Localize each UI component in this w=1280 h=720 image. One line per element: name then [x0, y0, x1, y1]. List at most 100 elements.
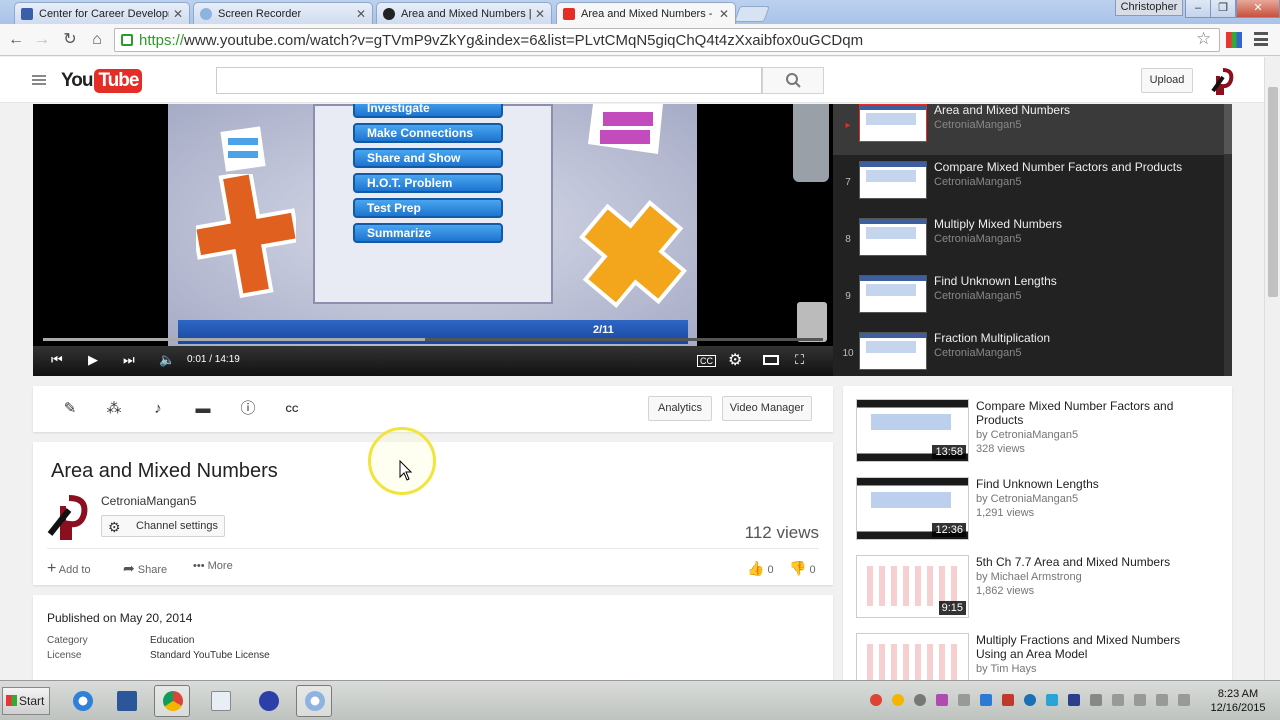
volume-icon[interactable]: 🔈	[159, 352, 175, 368]
related-video-item[interactable]: 13:58 Compare Mixed Number Factors and P…	[856, 399, 1226, 463]
start-button[interactable]: Start	[2, 687, 50, 715]
play-icon[interactable]: ▶	[88, 352, 98, 368]
tray-icon[interactable]	[980, 694, 992, 706]
subtitles-icon[interactable]: CC	[283, 400, 301, 418]
playlist-item[interactable]: 9 Find Unknown Lengths CetroniaMangan5	[833, 269, 1224, 326]
analytics-button[interactable]: Analytics	[648, 396, 712, 421]
tray-icon[interactable]	[1178, 694, 1190, 706]
captions-icon[interactable]: CC	[697, 355, 716, 367]
playlist-item-current[interactable]: ▸ Area and Mixed Numbers CetroniaMangan5	[833, 104, 1224, 155]
tab-career-center[interactable]: Center for Career Developm ✕	[14, 2, 190, 24]
related-title[interactable]: Find Unknown Lengths	[976, 477, 1211, 491]
taskbar-clock[interactable]: 8:23 AM 12/16/2015	[1200, 687, 1276, 715]
pencil-icon[interactable]: ✎	[61, 400, 79, 418]
playlist-scrollbar-thumb[interactable]	[1224, 104, 1232, 154]
taskbar-screen-recorder[interactable]	[296, 685, 332, 717]
like-button[interactable]: 👍 0	[747, 560, 774, 577]
related-video-item[interactable]: 9:15 5th Ch 7.7 Area and Mixed Numbers b…	[856, 555, 1226, 619]
tray-icon[interactable]	[1068, 694, 1080, 706]
network-icon[interactable]	[1112, 694, 1124, 706]
close-icon[interactable]: ✕	[719, 7, 729, 21]
related-thumbnail[interactable]: 13:58	[856, 399, 969, 462]
taskbar-internet-explorer[interactable]	[64, 685, 100, 717]
extension-icon[interactable]	[1226, 32, 1242, 48]
tray-icon[interactable]	[936, 694, 948, 706]
page-scrollbar[interactable]	[1264, 57, 1280, 680]
close-window-button[interactable]: ✕	[1236, 0, 1280, 18]
close-icon[interactable]: ✕	[535, 7, 545, 21]
tray-icon[interactable]	[914, 694, 926, 706]
share-button[interactable]: ➦ Share	[123, 560, 167, 577]
restore-button[interactable]: ❐	[1210, 0, 1236, 18]
home-icon[interactable]: ⌂	[87, 30, 107, 50]
annotation-tools-panel[interactable]	[793, 104, 829, 182]
related-title[interactable]: Compare Mixed Number Factors and Product…	[976, 399, 1211, 427]
tab-area-mixed-numbers-sc[interactable]: Area and Mixed Numbers | Sc ✕	[376, 2, 552, 24]
annotations-icon[interactable]: ▬	[194, 400, 212, 418]
playlist-thumbnail	[859, 332, 927, 370]
category-value[interactable]: Education	[150, 635, 194, 646]
settings-gear-icon[interactable]: ⚙	[728, 350, 742, 370]
minimize-button[interactable]: –	[1185, 0, 1211, 18]
video-frame[interactable]: Investigate Make Connections Share and S…	[168, 104, 697, 346]
tray-icon[interactable]	[1002, 694, 1014, 706]
address-bar[interactable]: https://www.youtube.com/watch?v=gTVmP9vZ…	[114, 28, 1220, 52]
trash-icon[interactable]	[797, 302, 827, 342]
channel-name[interactable]: CetroniaMangan5	[101, 494, 196, 508]
close-icon[interactable]: ✕	[356, 7, 366, 21]
video-progress-bar[interactable]	[43, 338, 823, 341]
flag-icon[interactable]	[1090, 694, 1102, 706]
channel-settings-button[interactable]: ⚙ Channel settings	[101, 515, 225, 537]
close-tray-icon[interactable]	[958, 694, 970, 706]
related-thumbnail[interactable]: 9:15	[856, 555, 969, 618]
video-player[interactable]: Investigate Make Connections Share and S…	[33, 104, 833, 376]
taskbar-paint[interactable]	[202, 685, 238, 717]
tray-icon[interactable]	[1046, 694, 1058, 706]
chrome-menu-icon[interactable]	[1254, 32, 1268, 46]
back-arrow-icon[interactable]: ←	[6, 30, 26, 50]
related-video-item[interactable]: 12:36 Find Unknown Lengths by CetroniaMa…	[856, 477, 1226, 541]
forward-arrow-icon[interactable]: →	[32, 30, 52, 50]
next-icon[interactable]: ⏭	[123, 352, 135, 368]
bookmark-star-icon[interactable]: ☆	[1196, 29, 1211, 49]
youtube-logo[interactable]: You Tube	[61, 69, 143, 93]
chrome-tray-icon[interactable]	[892, 694, 904, 706]
volume-tray-icon[interactable]	[1156, 694, 1168, 706]
playlist-item[interactable]: 10 Fraction Multiplication CetroniaManga…	[833, 326, 1224, 376]
search-input[interactable]	[216, 67, 762, 94]
profile-badge[interactable]: Christopher	[1115, 0, 1183, 16]
music-note-icon[interactable]: ♪	[149, 400, 167, 418]
related-title[interactable]: 5th Ch 7.7 Area and Mixed Numbers	[976, 555, 1211, 569]
taskbar-word[interactable]	[108, 685, 144, 717]
more-button[interactable]: ••• More	[193, 560, 233, 572]
channel-avatar[interactable]	[47, 494, 93, 540]
magic-wand-icon[interactable]: ⁂	[105, 400, 123, 418]
video-manager-button[interactable]: Video Manager	[722, 396, 812, 421]
related-title[interactable]: Multiply Fractions and Mixed Numbers Usi…	[976, 633, 1211, 661]
timecode: 0:01 / 14:19	[187, 354, 240, 365]
taskbar-chrome[interactable]	[154, 685, 190, 717]
related-thumbnail[interactable]: 12:36	[856, 477, 969, 540]
dislike-button[interactable]: 👎 0	[789, 560, 816, 577]
scrollbar-thumb[interactable]	[1268, 87, 1278, 297]
guide-menu-icon[interactable]	[32, 75, 46, 85]
previous-icon[interactable]: ⏮	[51, 352, 63, 368]
info-icon[interactable]: ⓘ	[239, 400, 257, 418]
add-to-button[interactable]: + Add to	[47, 560, 91, 578]
upload-button[interactable]: Upload	[1141, 68, 1193, 93]
chrome-tray-icon[interactable]	[870, 694, 882, 706]
fullscreen-icon[interactable]: ⛶	[795, 352, 804, 368]
account-avatar[interactable]	[1209, 67, 1237, 95]
reload-icon[interactable]: ↻	[60, 30, 80, 50]
taskbar-app-e[interactable]	[250, 685, 286, 717]
playlist-item[interactable]: 8 Multiply Mixed Numbers CetroniaMangan5	[833, 212, 1224, 269]
power-icon[interactable]	[1134, 694, 1146, 706]
theater-mode-icon[interactable]	[763, 355, 779, 365]
tab-screen-recorder[interactable]: Screen Recorder ✕	[193, 2, 373, 24]
close-icon[interactable]: ✕	[173, 7, 183, 21]
tab-youtube-active[interactable]: Area and Mixed Numbers - Yo ✕	[556, 2, 736, 24]
new-tab-button[interactable]	[734, 6, 770, 22]
globe-tray-icon[interactable]	[1024, 694, 1036, 706]
playlist-item[interactable]: 7 Compare Mixed Number Factors and Produ…	[833, 155, 1224, 212]
search-button[interactable]	[762, 67, 824, 94]
